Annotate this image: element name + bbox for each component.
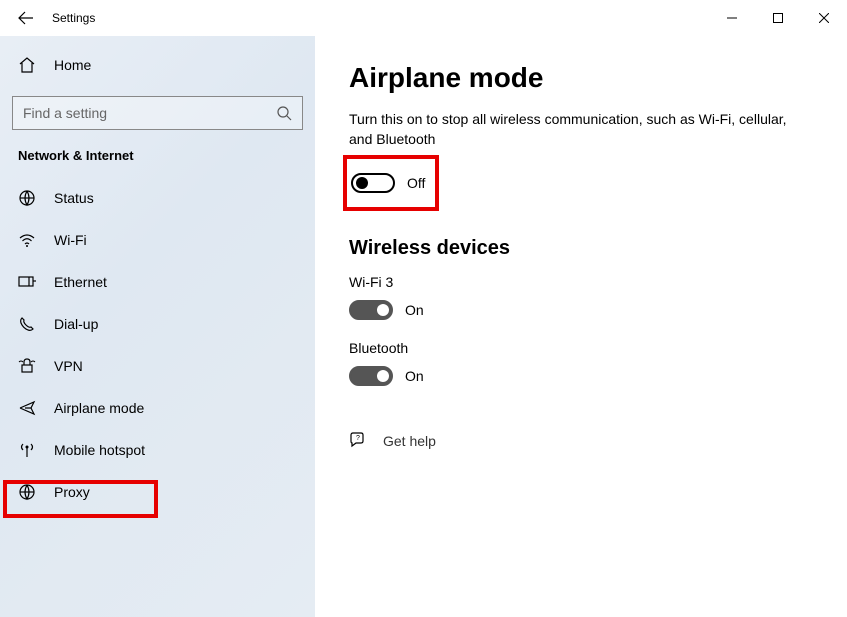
page-title: Airplane mode xyxy=(349,62,813,94)
svg-text:?: ? xyxy=(356,435,360,442)
search-box[interactable] xyxy=(12,96,303,130)
titlebar: Settings xyxy=(0,0,847,36)
sidebar-item-wifi[interactable]: Wi-Fi xyxy=(0,219,315,261)
annotation-highlight-toggle: Off xyxy=(343,155,439,211)
close-button[interactable] xyxy=(801,2,847,34)
sidebar-item-label: VPN xyxy=(54,358,83,374)
minimize-button[interactable] xyxy=(709,2,755,34)
sidebar-category: Network & Internet xyxy=(0,144,315,177)
sidebar-item-label: Airplane mode xyxy=(54,400,144,416)
close-icon xyxy=(819,13,829,23)
wifi-toggle-row: On xyxy=(349,294,813,326)
sidebar-item-label: Wi-Fi xyxy=(54,232,87,248)
sidebar: Home Network & Internet Status Wi-Fi Eth… xyxy=(0,36,315,617)
sidebar-item-label: Status xyxy=(54,190,94,206)
sidebar-item-label: Mobile hotspot xyxy=(54,442,145,458)
page-description: Turn this on to stop all wireless commun… xyxy=(349,110,789,149)
body: Home Network & Internet Status Wi-Fi Eth… xyxy=(0,36,847,617)
bluetooth-toggle-row: On xyxy=(349,360,813,392)
window-controls xyxy=(709,2,847,34)
home-label: Home xyxy=(54,57,91,73)
sidebar-item-mobile-hotspot[interactable]: Mobile hotspot xyxy=(0,429,315,471)
bluetooth-toggle[interactable] xyxy=(349,366,393,386)
vpn-icon xyxy=(18,357,36,375)
maximize-button[interactable] xyxy=(755,2,801,34)
bluetooth-block: Bluetooth On xyxy=(349,340,813,392)
airplane-icon xyxy=(18,399,36,417)
titlebar-left: Settings xyxy=(0,10,95,26)
airplane-toggle-label: Off xyxy=(407,175,425,191)
settings-window: Settings Home Network & Internet xyxy=(0,0,847,617)
maximize-icon xyxy=(773,13,783,23)
sidebar-item-proxy[interactable]: Proxy xyxy=(0,471,315,513)
back-arrow-icon xyxy=(18,10,34,26)
wifi-block: Wi-Fi 3 On xyxy=(349,274,813,326)
sidebar-item-status[interactable]: Status xyxy=(0,177,315,219)
search-input[interactable] xyxy=(23,105,276,121)
airplane-toggle-row: Off xyxy=(351,167,425,199)
bluetooth-label: Bluetooth xyxy=(349,340,813,356)
wireless-heading: Wireless devices xyxy=(349,237,813,260)
window-title: Settings xyxy=(52,11,95,25)
status-icon xyxy=(18,189,36,207)
content: Airplane mode Turn this on to stop all w… xyxy=(315,36,847,617)
get-help-link[interactable]: ? Get help xyxy=(349,432,813,450)
minimize-icon xyxy=(727,13,737,23)
wifi-icon xyxy=(18,231,36,249)
wifi-toggle[interactable] xyxy=(349,300,393,320)
wifi-label: Wi-Fi 3 xyxy=(349,274,813,290)
sidebar-item-ethernet[interactable]: Ethernet xyxy=(0,261,315,303)
dialup-icon xyxy=(18,315,36,333)
home-icon xyxy=(18,56,36,74)
help-label: Get help xyxy=(383,433,436,449)
search-wrap xyxy=(12,96,303,130)
help-icon: ? xyxy=(349,432,367,450)
back-button[interactable] xyxy=(18,10,34,26)
proxy-icon xyxy=(18,483,36,501)
sidebar-item-label: Ethernet xyxy=(54,274,107,290)
sidebar-item-airplane-mode[interactable]: Airplane mode xyxy=(0,387,315,429)
search-icon xyxy=(276,105,292,121)
wifi-toggle-label: On xyxy=(405,302,424,318)
sidebar-home[interactable]: Home xyxy=(0,48,315,82)
ethernet-icon xyxy=(18,273,36,291)
sidebar-item-vpn[interactable]: VPN xyxy=(0,345,315,387)
sidebar-item-dialup[interactable]: Dial-up xyxy=(0,303,315,345)
sidebar-item-label: Dial-up xyxy=(54,316,98,332)
bluetooth-toggle-label: On xyxy=(405,368,424,384)
airplane-mode-toggle[interactable] xyxy=(351,173,395,193)
sidebar-item-label: Proxy xyxy=(54,484,90,500)
hotspot-icon xyxy=(18,441,36,459)
